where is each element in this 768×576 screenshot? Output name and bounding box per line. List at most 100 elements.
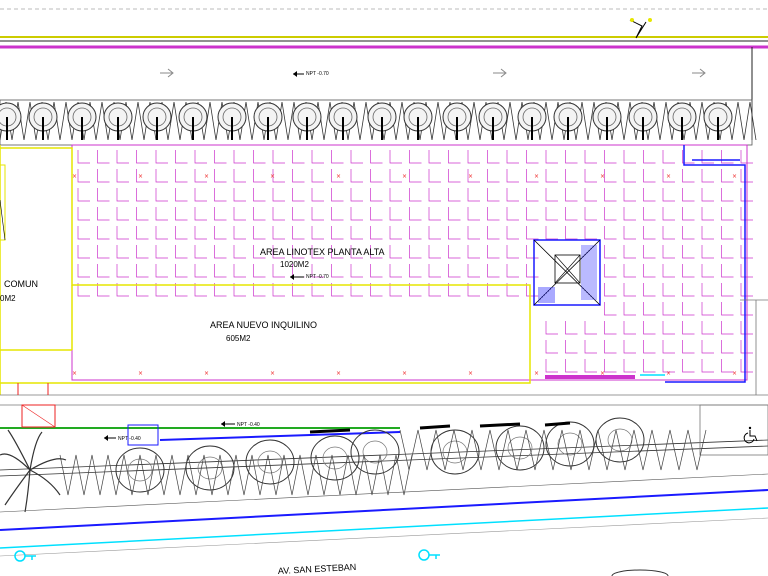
red-mark: × [402,370,407,377]
grid-marker [623,207,636,221]
grid-marker [253,188,266,202]
red-mark: × [270,370,275,377]
grid-marker [662,321,675,335]
grid-marker [97,264,110,278]
grid-marker [409,264,422,278]
grid-marker [253,226,266,240]
grid-marker [428,207,441,221]
grid-marker [389,150,402,164]
grid-marker [662,264,675,278]
grid-marker [350,226,363,240]
grid-marker [448,226,461,240]
tree-icon [0,102,22,132]
bench-mark [309,428,351,434]
grid-marker [253,169,266,183]
grid-marker [409,188,422,202]
grid-marker [448,264,461,278]
grid-marker [214,169,227,183]
grid-marker [584,169,597,183]
grid-marker [662,207,675,221]
grid-marker [233,207,246,221]
shrub-icon-inner [257,450,283,474]
grid-marker [623,283,636,297]
yellow-boundaries [0,145,531,395]
grid-marker [428,188,441,202]
grid-marker [604,264,617,278]
red-mark: × [138,370,143,377]
grid-marker [194,207,207,221]
palm-tree-icon [0,429,67,513]
grid-marker [487,169,500,183]
grid-marker [487,264,500,278]
red-mark: × [336,370,341,377]
grid-marker [545,321,558,335]
top-boundary [0,8,768,49]
grid-marker [565,169,578,183]
lower-band [0,383,768,496]
arrow-right-icon [692,68,706,78]
north-arrow-icon [629,19,647,39]
bench-mark [479,422,521,428]
grid-marker [506,169,519,183]
grid-marker [721,226,734,240]
grid-marker [77,245,90,259]
key-icon [418,549,440,561]
grid-marker [350,188,363,202]
grid-marker [604,207,617,221]
grid-marker [701,207,714,221]
grid-marker [623,340,636,354]
grid-marker [77,226,90,240]
grid-marker [77,150,90,164]
grid-marker [389,169,402,183]
grid-marker [623,245,636,259]
grid-marker [292,188,305,202]
grid-marker [448,207,461,221]
grid-marker [97,207,110,221]
grid-marker [526,245,539,259]
blue-outline [665,145,746,383]
grid-marker [487,226,500,240]
grid-marker [214,245,227,259]
grid-marker [584,340,597,354]
grid-marker [506,150,519,164]
grid-marker [467,226,480,240]
grid-marker [350,264,363,278]
grid-marker [370,226,383,240]
floor-plan-drawing: NPT -0.70 ×××××××××××××××××××××× AREA LI… [0,8,768,576]
grid-marker [467,245,480,259]
grid-marker [506,207,519,221]
grid-marker [116,188,129,202]
grid-marker [701,245,714,259]
comun-area-name: COMUN [4,279,38,289]
grid-marker [526,188,539,202]
grid-marker [721,321,734,335]
grid-marker [175,150,188,164]
grid-marker [682,188,695,202]
grid-marker [623,226,636,240]
grid-marker [662,188,675,202]
grid-marker [311,188,324,202]
grid-marker [682,245,695,259]
grid-marker [292,226,305,240]
grid-marker [604,321,617,335]
grid-marker [487,188,500,202]
grid-marker [136,226,149,240]
grid-marker [643,169,656,183]
grid-marker [77,169,90,183]
red-mark: × [270,173,275,180]
grid-marker [545,226,558,240]
grid-marker [253,264,266,278]
grid-marker [116,150,129,164]
grid-marker [623,302,636,316]
grid-marker [545,188,558,202]
grid-marker [643,302,656,316]
grid-marker [292,150,305,164]
grid-marker [643,226,656,240]
shrub-icon [595,417,645,463]
red-mark: × [204,370,209,377]
red-mark: × [666,370,671,377]
grid-marker [116,245,129,259]
grid-marker [545,150,558,164]
grid-marker [194,188,207,202]
grid-marker [506,188,519,202]
